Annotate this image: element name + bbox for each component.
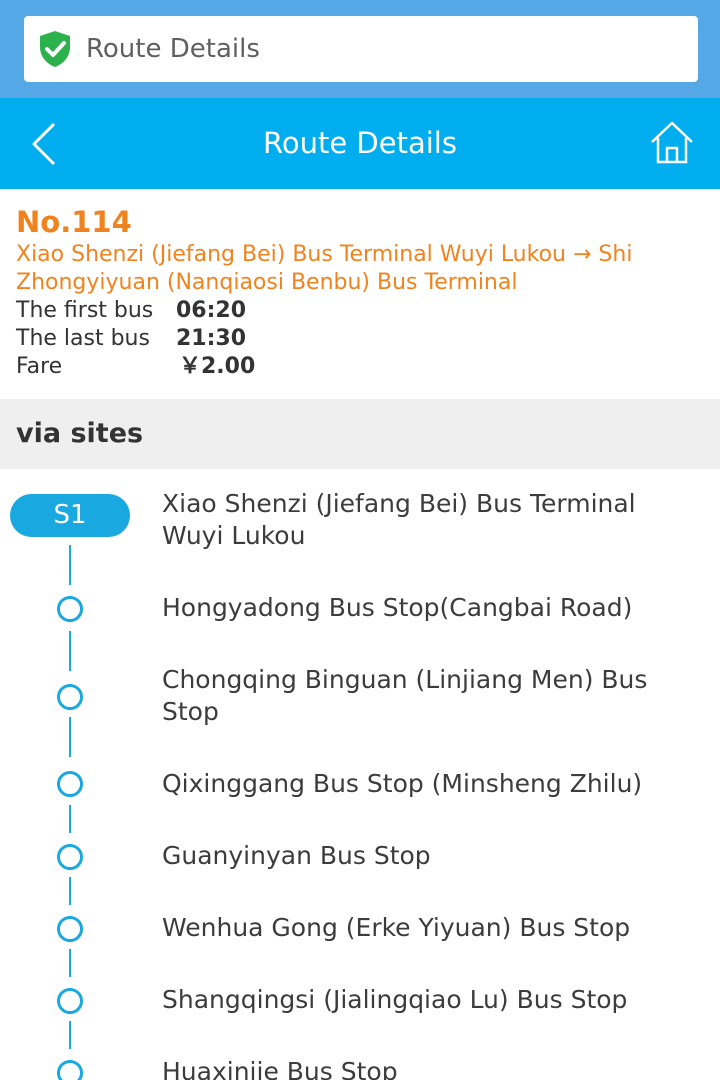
route-path: Xiao Shenzi (Jiefang Bei) Bus Terminal W…: [16, 242, 633, 295]
fare-row: Fare ￥2.00: [16, 353, 720, 381]
browser-bar: Route Details: [0, 0, 720, 98]
fare-label: Fare: [16, 354, 63, 379]
last-bus-row: The last bus 21:30: [16, 325, 720, 353]
app-header: Route Details: [0, 98, 720, 189]
address-title: Route Details: [86, 34, 260, 64]
route-line: [69, 805, 71, 833]
page-title: Route Details: [263, 126, 457, 160]
stop-list: S1 Xiao Shenzi (Jiefang Bei) Bus Termina…: [0, 469, 720, 1080]
stop-marker-icon: [57, 844, 83, 870]
via-sites-header: via sites: [0, 399, 720, 469]
stop-item[interactable]: Chongqing Binguan (Linjiang Men) Bus Sto…: [162, 664, 682, 728]
route-line: [69, 545, 71, 585]
back-button[interactable]: [26, 120, 66, 168]
stop-item[interactable]: Huaxinjie Bus Stop: [162, 1056, 682, 1080]
start-stop-badge: S1: [10, 494, 130, 537]
stop-marker-icon: [57, 771, 83, 797]
route-line: [69, 877, 71, 905]
route-number: No.114: [16, 205, 132, 239]
route-info: No.114 Xiao Shenzi (Jiefang Bei) Bus Ter…: [0, 189, 720, 399]
stop-item[interactable]: Wenhua Gong (Erke Yiyuan) Bus Stop: [162, 912, 682, 944]
last-bus-time: 21:30: [176, 326, 247, 351]
address-bar[interactable]: Route Details: [24, 16, 698, 82]
shield-check-icon: [40, 31, 70, 67]
route-line: [69, 717, 71, 757]
first-bus-row: The first bus 06:20: [16, 297, 720, 325]
stop-marker-icon: [57, 916, 83, 942]
home-button[interactable]: [648, 118, 696, 166]
route-line: [69, 949, 71, 977]
first-bus-time: 06:20: [176, 298, 247, 323]
stop-item[interactable]: Xiao Shenzi (Jiefang Bei) Bus Terminal W…: [162, 488, 682, 552]
stop-marker-icon: [57, 988, 83, 1014]
route-line: [69, 631, 71, 671]
stop-marker-icon: [57, 596, 83, 622]
stop-item[interactable]: Guanyinyan Bus Stop: [162, 840, 682, 872]
fare-value: ￥2.00: [179, 354, 256, 379]
stop-marker-icon: [57, 684, 83, 710]
stop-marker-icon: [57, 1060, 83, 1080]
stop-item[interactable]: Hongyadong Bus Stop(Cangbai Road): [162, 592, 682, 624]
stop-item[interactable]: Qixinggang Bus Stop (Minsheng Zhilu): [162, 768, 682, 800]
first-bus-label: The first bus: [16, 298, 154, 323]
last-bus-label: The last bus: [16, 326, 150, 351]
route-line: [69, 1021, 71, 1049]
stop-item[interactable]: Shangqingsi (Jialingqiao Lu) Bus Stop: [162, 984, 682, 1016]
